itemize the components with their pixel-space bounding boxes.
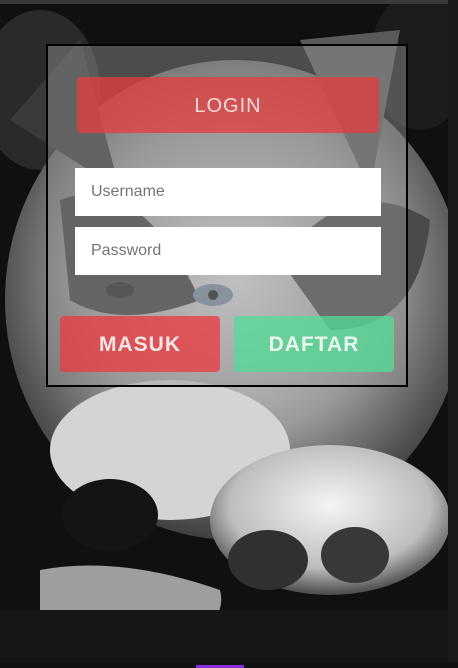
masuk-button[interactable]: MASUK bbox=[60, 316, 220, 372]
right-edge bbox=[448, 0, 458, 668]
daftar-button[interactable]: DAFTAR bbox=[234, 316, 394, 372]
password-input[interactable] bbox=[75, 227, 381, 275]
top-border bbox=[0, 0, 458, 4]
username-input[interactable] bbox=[75, 168, 381, 216]
bottom-border bbox=[0, 662, 458, 668]
login-title-button[interactable]: LOGIN bbox=[77, 77, 379, 133]
login-card: LOGIN MASUK DAFTAR bbox=[46, 44, 408, 387]
